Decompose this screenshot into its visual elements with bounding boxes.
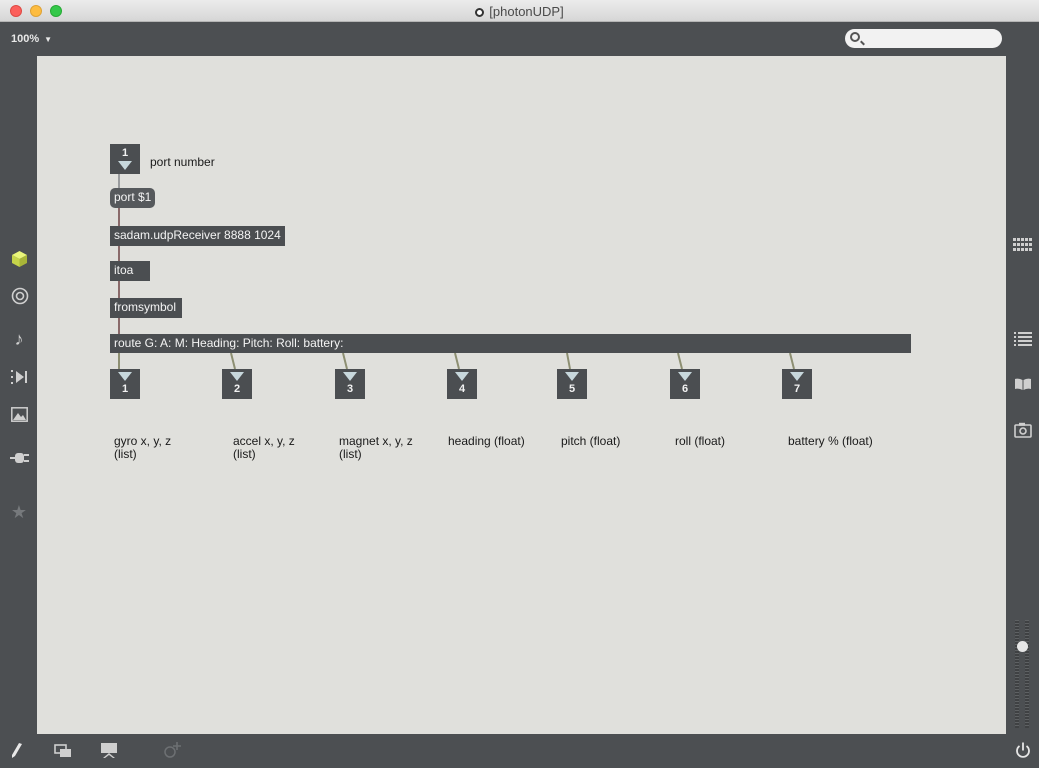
comment-line: (list): [233, 447, 256, 461]
outlet-number: 1: [121, 383, 129, 395]
outlet-2[interactable]: 2: [222, 369, 252, 399]
search-icon: [850, 32, 860, 42]
outlet-7-comment: battery % (float): [788, 434, 873, 448]
outlet-number: 6: [681, 383, 689, 395]
itoa-object[interactable]: itoa: [110, 261, 150, 281]
play-step-icon[interactable]: [11, 369, 29, 385]
chevron-down-icon: ▼: [44, 35, 53, 44]
udp-receiver-label: sadam.udpReceiver 8888 1024: [114, 228, 281, 242]
outlet-4[interactable]: 4: [447, 369, 477, 399]
zoom-menu[interactable]: 100% ▼: [11, 33, 52, 45]
level-meter-right: [1025, 620, 1029, 728]
triangle-icon: [118, 161, 132, 170]
window-title: [photonUDP]: [489, 4, 564, 19]
outlet-number: 7: [793, 383, 801, 395]
windows-icon[interactable]: [54, 744, 72, 758]
number-box-value: 1: [121, 147, 129, 159]
triangle-icon: [230, 372, 244, 381]
outlet-3-comment: magnet x, y, z (list): [339, 435, 413, 461]
title-bar: [photonUDP]: [0, 0, 1039, 22]
book-icon[interactable]: [1014, 378, 1032, 391]
grid-icon[interactable]: [1013, 236, 1033, 254]
left-sidebar: ♪ ★: [0, 56, 37, 734]
triangle-icon: [790, 372, 804, 381]
outlet-6[interactable]: 6: [670, 369, 700, 399]
fromsymbol-object[interactable]: fromsymbol: [110, 298, 182, 318]
outlet-number: 2: [233, 383, 241, 395]
outlet-5-comment: pitch (float): [561, 434, 621, 448]
list-icon[interactable]: [1014, 331, 1032, 346]
pencil-icon[interactable]: [11, 743, 23, 759]
port-message-box[interactable]: port $1: [110, 188, 156, 208]
outlet-1[interactable]: 1: [110, 369, 140, 399]
camera-icon[interactable]: [1014, 422, 1032, 438]
route-label: route G: A: M: Heading: Pitch: Roll: bat…: [114, 336, 344, 350]
outlet-1-comment: gyro x, y, z (list): [114, 435, 171, 461]
outlet-5[interactable]: 5: [557, 369, 587, 399]
cube-icon[interactable]: [11, 250, 28, 268]
star-icon[interactable]: ★: [7, 503, 31, 521]
window-title-wrap: [photonUDP]: [0, 4, 1039, 19]
patcher-toolbar: 100% ▼: [0, 22, 1039, 78]
add-extension-icon[interactable]: [164, 741, 182, 759]
outlet-6-comment: roll (float): [675, 434, 726, 448]
triangle-icon: [118, 372, 132, 381]
port-number-box[interactable]: 1: [110, 144, 140, 174]
level-meter-left: [1015, 620, 1019, 728]
triangle-icon: [343, 372, 357, 381]
presentation-icon[interactable]: [100, 742, 118, 759]
outlet-number: 3: [346, 383, 354, 395]
bottom-toolbar: [0, 734, 1039, 768]
triangle-icon: [565, 372, 579, 381]
udp-receiver-object[interactable]: sadam.udpReceiver 8888 1024: [110, 226, 285, 246]
document-icon: [475, 8, 485, 17]
music-note-icon[interactable]: ♪: [7, 330, 31, 348]
outlet-7[interactable]: 7: [782, 369, 812, 399]
outlet-number: 5: [568, 383, 576, 395]
right-sidebar: [1006, 56, 1039, 734]
port-number-comment: port number: [150, 155, 215, 169]
triangle-icon: [678, 372, 692, 381]
power-icon[interactable]: [1015, 742, 1031, 759]
image-icon[interactable]: [11, 407, 28, 422]
triangle-icon: [455, 372, 469, 381]
search-field[interactable]: [845, 29, 1002, 48]
comment-line: (list): [114, 447, 137, 461]
outlet-4-comment: heading (float): [448, 434, 525, 448]
route-object[interactable]: route G: A: M: Heading: Pitch: Roll: bat…: [110, 334, 911, 353]
outlet-number: 4: [458, 383, 466, 395]
volume-fader-knob[interactable]: [1017, 641, 1028, 652]
zoom-level: 100%: [11, 33, 40, 45]
outlet-3[interactable]: 3: [335, 369, 365, 399]
plug-icon[interactable]: [10, 451, 30, 465]
comment-line: (list): [339, 447, 362, 461]
target-icon[interactable]: [11, 287, 29, 305]
outlet-2-comment: accel x, y, z (list): [233, 435, 295, 461]
